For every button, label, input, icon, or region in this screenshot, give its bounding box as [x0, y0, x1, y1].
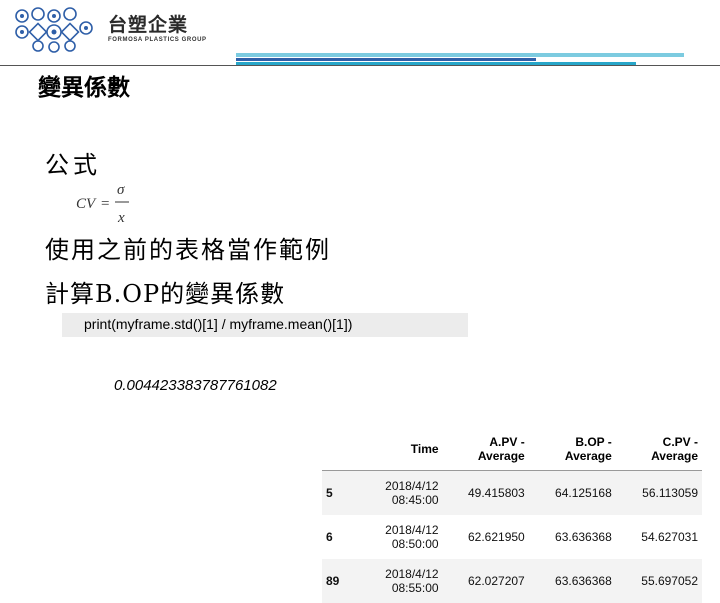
column-header: A.PV - Average — [442, 430, 529, 471]
cell-b-op: 64.125168 — [528, 470, 616, 515]
formula-lhs: CV — [76, 196, 97, 212]
formosa-group-emblem-icon — [15, 7, 93, 53]
body-line-1: 使用之前的表格當作範例 — [45, 236, 331, 264]
code-block: print(myframe.std()[1] / myframe.mean()[… — [62, 313, 468, 337]
brand-name: 台塑企業 — [108, 14, 189, 36]
code-text: print(myframe.std()[1] / myframe.mean()[… — [84, 316, 353, 332]
row-index: 5 — [322, 470, 344, 515]
formula-numerator: σ — [117, 182, 125, 198]
formula-denominator: x — [117, 210, 125, 226]
cell-time: 2018/4/12 08:45:00 — [343, 470, 443, 515]
table-header-row: Time A.PV - Average B.OP - Average C.PV … — [322, 430, 702, 471]
formula-label: 公式 — [45, 151, 101, 179]
header-accent-bar-light — [236, 53, 684, 57]
cell-a-pv: 49.415803 — [442, 470, 529, 515]
column-header: B.OP - Average — [528, 430, 616, 471]
cell-c-pv: 55.697052 — [615, 559, 702, 603]
table-row: 6 2018/4/12 08:50:00 62.621950 63.636368… — [322, 515, 702, 559]
slide-title: 變異係數 — [38, 74, 130, 101]
dataframe-table: Time A.PV - Average B.OP - Average C.PV … — [322, 430, 702, 603]
cell-b-op: 63.636368 — [528, 559, 616, 603]
row-index: 6 — [326, 530, 333, 544]
row-index: 89 — [322, 559, 344, 603]
cv-formula: CV = σ x — [76, 182, 129, 226]
column-header: Time — [343, 430, 443, 471]
code-result: 0.004423383787761082 — [114, 377, 277, 394]
cell-time: 2018/4/12 08:50:00 — [385, 523, 439, 551]
cell-b-op: 63.636368 — [555, 530, 612, 544]
table-row: 89 2018/4/12 08:55:00 62.027207 63.63636… — [322, 559, 702, 603]
brand-subtitle: FORMOSA PLASTICS GROUP — [108, 37, 207, 43]
header-divider — [0, 65, 720, 66]
body-line-2: 計算B.OP的變異係數 — [45, 280, 286, 308]
brand: 台塑企業 FORMOSA PLASTICS GROUP — [108, 14, 207, 43]
column-header: C.PV - Average — [615, 430, 702, 471]
column-header — [322, 430, 344, 471]
cell-time: 2018/4/12 08:55:00 — [343, 559, 443, 603]
cell-c-pv: 56.113059 — [615, 470, 702, 515]
header-accent-bar-dark — [236, 58, 536, 61]
cell-a-pv: 62.621950 — [468, 530, 525, 544]
table-row: 5 2018/4/12 08:45:00 49.415803 64.125168… — [322, 470, 702, 515]
formula-equals: = — [101, 196, 109, 212]
cell-a-pv: 62.027207 — [442, 559, 529, 603]
cell-c-pv: 54.627031 — [641, 530, 698, 544]
